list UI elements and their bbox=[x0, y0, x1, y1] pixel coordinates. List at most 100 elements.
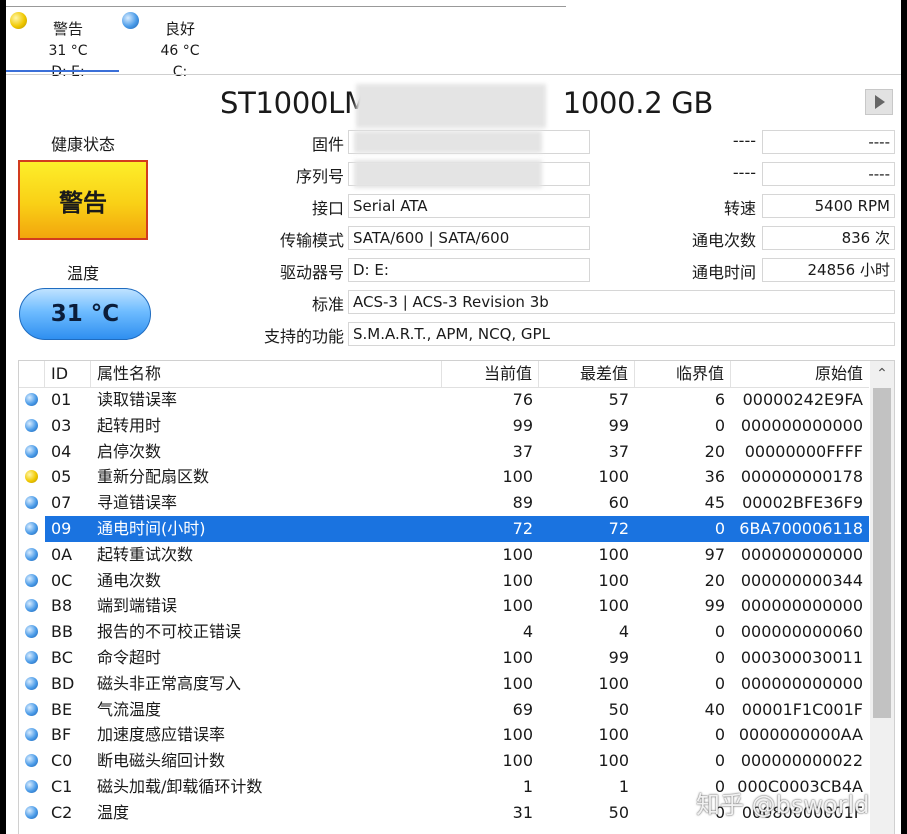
serial-label: 序列号 bbox=[295, 167, 344, 186]
table-row[interactable]: B8 端到端错误 100 100 99 000000000000 bbox=[19, 593, 869, 619]
table-row[interactable]: BE 气流温度 69 50 40 00001F1C001F bbox=[19, 697, 869, 723]
table-row[interactable]: 03 起转用时 99 99 0 000000000000 bbox=[19, 413, 869, 439]
standard-label: 标准 bbox=[311, 295, 344, 314]
cell-worst: 1 bbox=[618, 777, 629, 796]
cell-current: 100 bbox=[502, 467, 533, 487]
good-status-icon bbox=[25, 805, 38, 819]
interface-field: Serial ATA bbox=[348, 194, 590, 218]
drive-letter-label: 驱动器号 bbox=[279, 263, 344, 282]
good-status-icon bbox=[25, 547, 38, 561]
cell-id: BE bbox=[51, 699, 73, 719]
cell-id: 03 bbox=[51, 415, 72, 435]
drive-status: 警告 bbox=[52, 20, 83, 38]
cell-threshold: 0 bbox=[714, 725, 725, 745]
status-cell bbox=[19, 722, 45, 748]
crystaldiskinfo-window: 警告 31 °C D: E: 良好 46 °C C: ST1000LM 1000.… bbox=[6, 0, 901, 834]
vertical-scrollbar[interactable]: ⌃ bbox=[870, 361, 894, 834]
redacted-model-part bbox=[356, 84, 546, 128]
cell-threshold: 97 bbox=[704, 544, 725, 564]
redacted-firmware bbox=[354, 131, 542, 153]
drive-tab-c[interactable]: 良好 46 °C C: bbox=[118, 10, 228, 80]
status-cell bbox=[19, 697, 45, 723]
table-row[interactable]: 04 启停次数 37 37 20 00000000FFFF bbox=[19, 439, 869, 465]
cell-current: 100 bbox=[502, 570, 533, 590]
scrollbar-thumb[interactable] bbox=[873, 388, 891, 718]
table-row[interactable]: BC 命令超时 100 99 0 000300030011 bbox=[19, 645, 869, 671]
cell-raw-value: 000000000000 bbox=[740, 544, 863, 564]
next-drive-button[interactable] bbox=[865, 89, 893, 115]
power-on-count-label: 通电次数 bbox=[691, 231, 756, 250]
table-row[interactable]: 0A 起转重试次数 100 100 97 000000000000 bbox=[19, 542, 869, 568]
cell-id: BF bbox=[51, 725, 72, 745]
cell-worst: 100 bbox=[598, 725, 629, 745]
cell-attribute-name: 报告的不可校正错误 bbox=[97, 622, 242, 642]
transfer-mode-field: SATA/600 | SATA/600 bbox=[348, 226, 590, 250]
cell-raw-value: 6BA700006118 bbox=[739, 519, 863, 538]
table-row[interactable]: BF 加速度感应错误率 100 100 0 0000000000AA bbox=[19, 722, 869, 748]
cell-current: 31 bbox=[512, 802, 533, 822]
scroll-up-icon[interactable]: ⌃ bbox=[870, 361, 894, 387]
good-status-icon bbox=[122, 12, 139, 29]
cell-worst: 50 bbox=[608, 699, 629, 719]
header-id[interactable]: ID bbox=[45, 361, 91, 387]
transfer-mode-label: 传输模式 bbox=[279, 231, 344, 250]
table-row[interactable]: BB 报告的不可校正错误 4 4 0 000000000060 bbox=[19, 619, 869, 645]
cell-worst: 100 bbox=[598, 751, 629, 771]
table-row[interactable]: 09 通电时间(小时) 72 72 0 6BA700006118 bbox=[19, 516, 869, 542]
cell-worst: 100 bbox=[598, 673, 629, 693]
drive-tab-de[interactable]: 警告 31 °C D: E: bbox=[6, 10, 116, 80]
header-threshold[interactable]: 临界值 bbox=[635, 361, 731, 387]
header-worst[interactable]: 最差值 bbox=[539, 361, 635, 387]
table-row[interactable]: C0 断电磁头缩回计数 100 100 0 000000000022 bbox=[19, 748, 869, 774]
cell-raw-value: 00002BFE36F9 bbox=[742, 493, 863, 513]
cell-id: BB bbox=[51, 622, 73, 642]
cell-current: 89 bbox=[512, 493, 533, 513]
unknown-label-1: ---- bbox=[732, 131, 756, 150]
rotation-rate-field: 5400 RPM bbox=[762, 194, 895, 218]
status-cell bbox=[19, 671, 45, 697]
cell-attribute-name: 磁头加载/卸载循环计数 bbox=[97, 777, 263, 796]
cell-worst: 99 bbox=[608, 648, 629, 667]
model-capacity: 1000.2 GB bbox=[562, 86, 714, 120]
cell-id: 01 bbox=[51, 390, 72, 409]
status-cell bbox=[19, 464, 45, 490]
table-row[interactable]: BD 磁头非正常高度写入 100 100 0 000000000000 bbox=[19, 671, 869, 697]
status-cell bbox=[19, 748, 45, 774]
cell-current: 76 bbox=[512, 390, 533, 409]
cell-current: 69 bbox=[512, 699, 533, 719]
health-status-badge[interactable]: 警告 bbox=[18, 160, 148, 240]
cell-raw-value: 000300030011 bbox=[740, 648, 863, 667]
good-status-icon bbox=[25, 444, 38, 458]
cell-attribute-name: 起转用时 bbox=[97, 415, 162, 435]
cell-id: C0 bbox=[51, 751, 73, 771]
drive-temperature: 46 °C bbox=[160, 43, 200, 59]
header-current[interactable]: 当前值 bbox=[442, 361, 539, 387]
cell-attribute-name: 磁头非正常高度写入 bbox=[97, 673, 242, 693]
cell-threshold: 0 bbox=[714, 673, 725, 693]
table-row[interactable]: 07 寻道错误率 89 60 45 00002BFE36F9 bbox=[19, 490, 869, 516]
cell-raw-value: 00000242E9FA bbox=[742, 390, 863, 409]
smart-attributes-table[interactable]: ID 属性名称 当前值 最差值 临界值 原始值 01 读取错误率 76 57 6 0000… bbox=[18, 360, 895, 834]
model-name: ST1000LM bbox=[220, 86, 369, 120]
header-raw-values[interactable]: 原始值 bbox=[731, 361, 869, 387]
cell-threshold: 36 bbox=[704, 467, 725, 487]
table-row[interactable]: 0C 通电次数 100 100 20 000000000344 bbox=[19, 568, 869, 594]
table-row[interactable]: 01 读取错误率 76 57 6 00000242E9FA bbox=[19, 387, 869, 413]
good-status-icon bbox=[25, 676, 38, 690]
features-field: S.M.A.R.T., APM, NCQ, GPL bbox=[348, 322, 895, 346]
cell-attribute-name: 命令超时 bbox=[97, 648, 162, 667]
active-tab-indicator bbox=[6, 70, 119, 72]
status-cell bbox=[19, 490, 45, 516]
good-status-icon bbox=[25, 625, 38, 639]
cell-id: 05 bbox=[51, 467, 72, 487]
cell-attribute-name: 加速度感应错误率 bbox=[97, 725, 226, 745]
cell-id: B8 bbox=[51, 596, 73, 616]
redacted-serial bbox=[354, 160, 542, 188]
table-row[interactable]: 05 重新分配扇区数 100 100 36 000000000178 bbox=[19, 464, 869, 490]
header-attribute-name[interactable]: 属性名称 bbox=[91, 361, 442, 387]
good-status-icon bbox=[25, 496, 38, 510]
drive-letter-field: D: E: bbox=[348, 258, 590, 282]
cell-raw-value: 000000000000 bbox=[740, 596, 863, 616]
table-header: ID 属性名称 当前值 最差值 临界值 原始值 bbox=[19, 361, 869, 388]
drive-temperature: 31 °C bbox=[48, 43, 88, 59]
